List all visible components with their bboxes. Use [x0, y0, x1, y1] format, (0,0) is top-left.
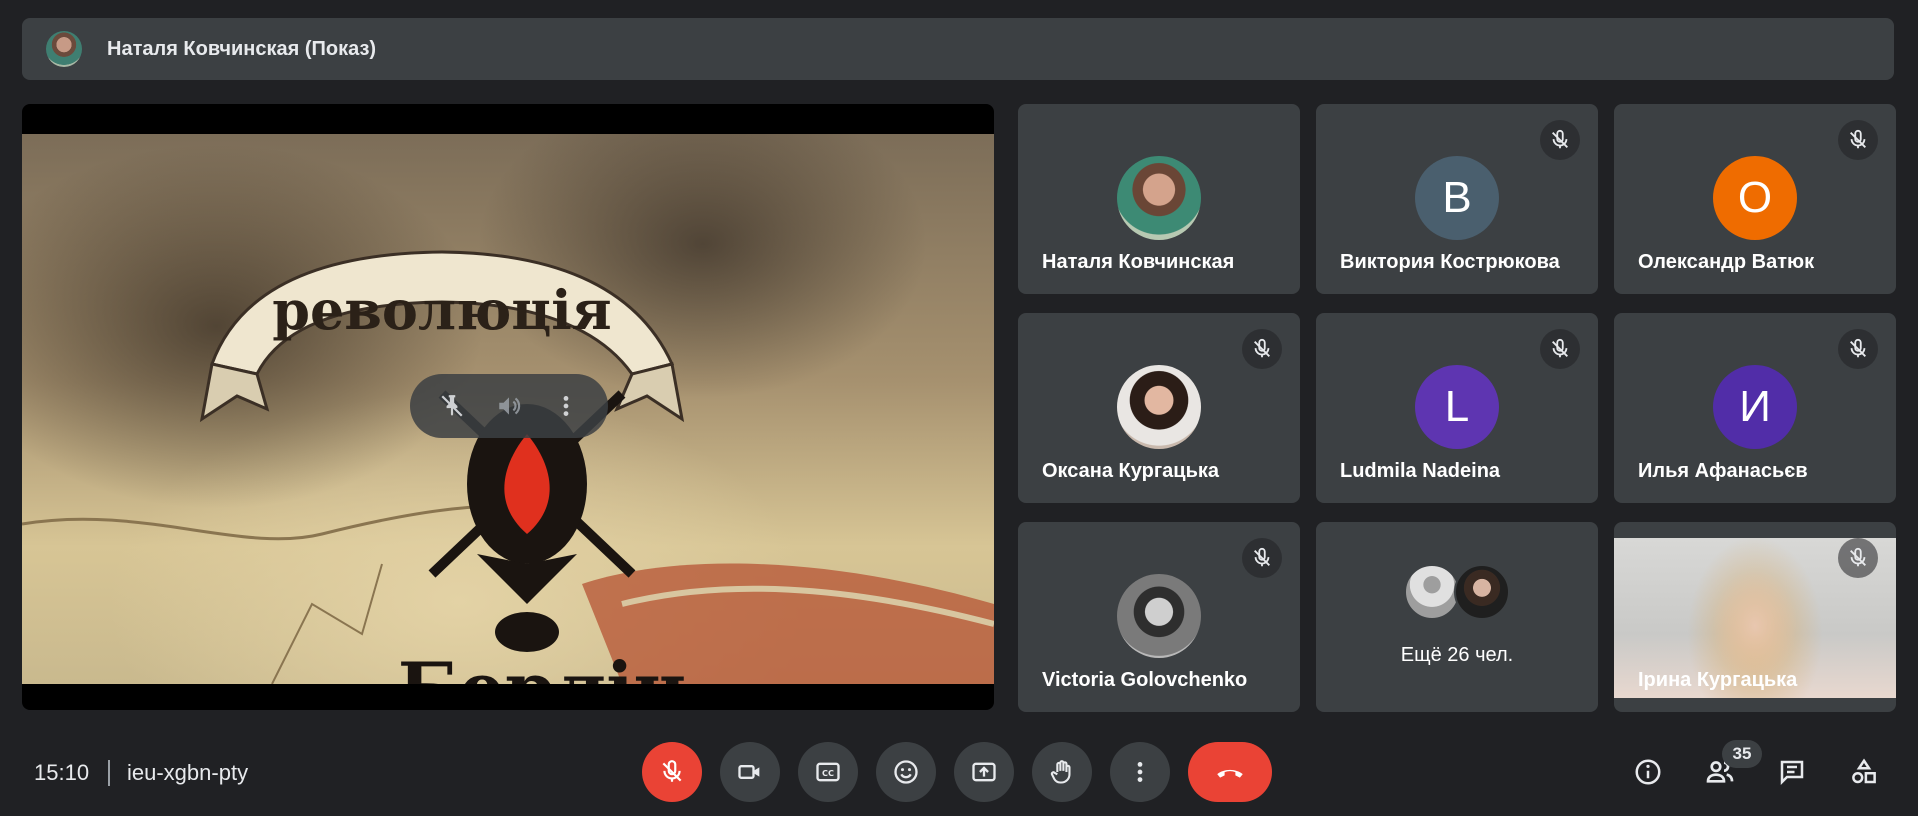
emoji-button[interactable]: [876, 742, 936, 802]
info-icon: [1635, 759, 1661, 785]
meeting-code: ieu-xgbn-pty: [127, 760, 249, 785]
presenter-name: Наталя Ковчинская (Показ): [107, 37, 377, 60]
more-vert-icon: [1137, 762, 1143, 782]
video-city-text: Берлін: [398, 646, 687, 684]
more-options-button[interactable]: [1110, 742, 1170, 802]
present-button[interactable]: [954, 742, 1014, 802]
mic-off-icon: [1242, 329, 1282, 369]
participant-name: Ludmila Nadeina: [1340, 460, 1501, 482]
participant-tile[interactable]: Ірина Кургацька: [1614, 522, 1896, 712]
avatar: И: [1713, 365, 1797, 449]
participant-tile[interactable]: В Виктория Кострюкова: [1316, 104, 1598, 294]
participant-name: Оксана Кургацька: [1042, 460, 1220, 482]
participant-tile[interactable]: О Олександр Ватюк: [1614, 104, 1896, 294]
participant-tile[interactable]: Victoria Golovchenko: [1018, 522, 1300, 712]
video-controls: [410, 374, 608, 438]
participant-name: Виктория Кострюкова: [1340, 251, 1560, 273]
avatar: [1117, 365, 1201, 449]
chat-button[interactable]: [1770, 750, 1814, 794]
participant-name: Ірина Кургацька: [1638, 669, 1798, 691]
shared-screen[interactable]: революція Берлін: [22, 104, 994, 710]
more-avatar-icon: [1404, 564, 1460, 620]
presenter-bar: Наталя Ковчинская (Показ): [22, 18, 1894, 80]
participant-name: Наталя Ковчинская: [1042, 251, 1235, 273]
meeting-info-button[interactable]: [1626, 750, 1670, 794]
mic-off-icon: [1838, 329, 1878, 369]
call-end-icon: [1217, 769, 1243, 778]
volume-icon[interactable]: [489, 386, 529, 426]
end-call-button[interactable]: [1188, 742, 1272, 802]
svg-text:CC: CC: [822, 768, 834, 778]
video-banner-text: революція: [272, 278, 611, 342]
participant-tile[interactable]: Наталя Ковчинская: [1018, 104, 1300, 294]
activities-button[interactable]: [1842, 750, 1886, 794]
bottom-bar: 15:10 ieu-xgbn-pty CC 35: [0, 730, 1918, 816]
mic-off-icon: [1540, 120, 1580, 160]
mic-off-icon: [1242, 538, 1282, 578]
captions-button[interactable]: CC: [798, 742, 858, 802]
avatar: О: [1713, 156, 1797, 240]
unpin-icon[interactable]: [432, 386, 472, 426]
avatar: [1117, 156, 1201, 240]
mic-off-icon: [1838, 538, 1878, 578]
mic-off-icon: [662, 760, 682, 782]
participant-count-badge: 35: [1722, 740, 1762, 768]
avatar: В: [1415, 156, 1499, 240]
participant-name: Victoria Golovchenko: [1042, 669, 1248, 691]
more-vert-icon[interactable]: [546, 386, 586, 426]
camera-button[interactable]: [720, 742, 780, 802]
hand-icon: [1050, 760, 1071, 784]
mic-toggle-button[interactable]: [642, 742, 702, 802]
avatar: [1454, 564, 1510, 620]
presenter-avatar: [46, 31, 82, 67]
participant-name: Илья Афанасьєв: [1638, 460, 1808, 482]
participant-name: Олександр Ватюк: [1638, 251, 1815, 273]
mic-off-icon: [1540, 329, 1580, 369]
avatar: [1117, 574, 1201, 658]
more-participants-label: Ещё 26 чел.: [1400, 644, 1514, 666]
more-participants-tile[interactable]: Ещё 26 чел.: [1316, 522, 1598, 712]
chat-icon: [1780, 760, 1804, 786]
captions-icon: CC: [816, 762, 840, 782]
participant-tile[interactable]: L Ludmila Nadeina: [1316, 313, 1598, 503]
participant-tile[interactable]: И Илья Афанасьєв: [1614, 313, 1896, 503]
participant-tile[interactable]: Оксана Кургацька: [1018, 313, 1300, 503]
camera-icon: [738, 765, 760, 779]
emoji-icon: [894, 760, 918, 784]
shapes-icon: [1852, 758, 1876, 784]
mic-off-icon: [1838, 120, 1878, 160]
clock: 15:10: [34, 760, 90, 785]
divider: [108, 760, 110, 786]
present-icon: [972, 762, 996, 782]
raise-hand-button[interactable]: [1032, 742, 1092, 802]
avatar: L: [1415, 365, 1499, 449]
